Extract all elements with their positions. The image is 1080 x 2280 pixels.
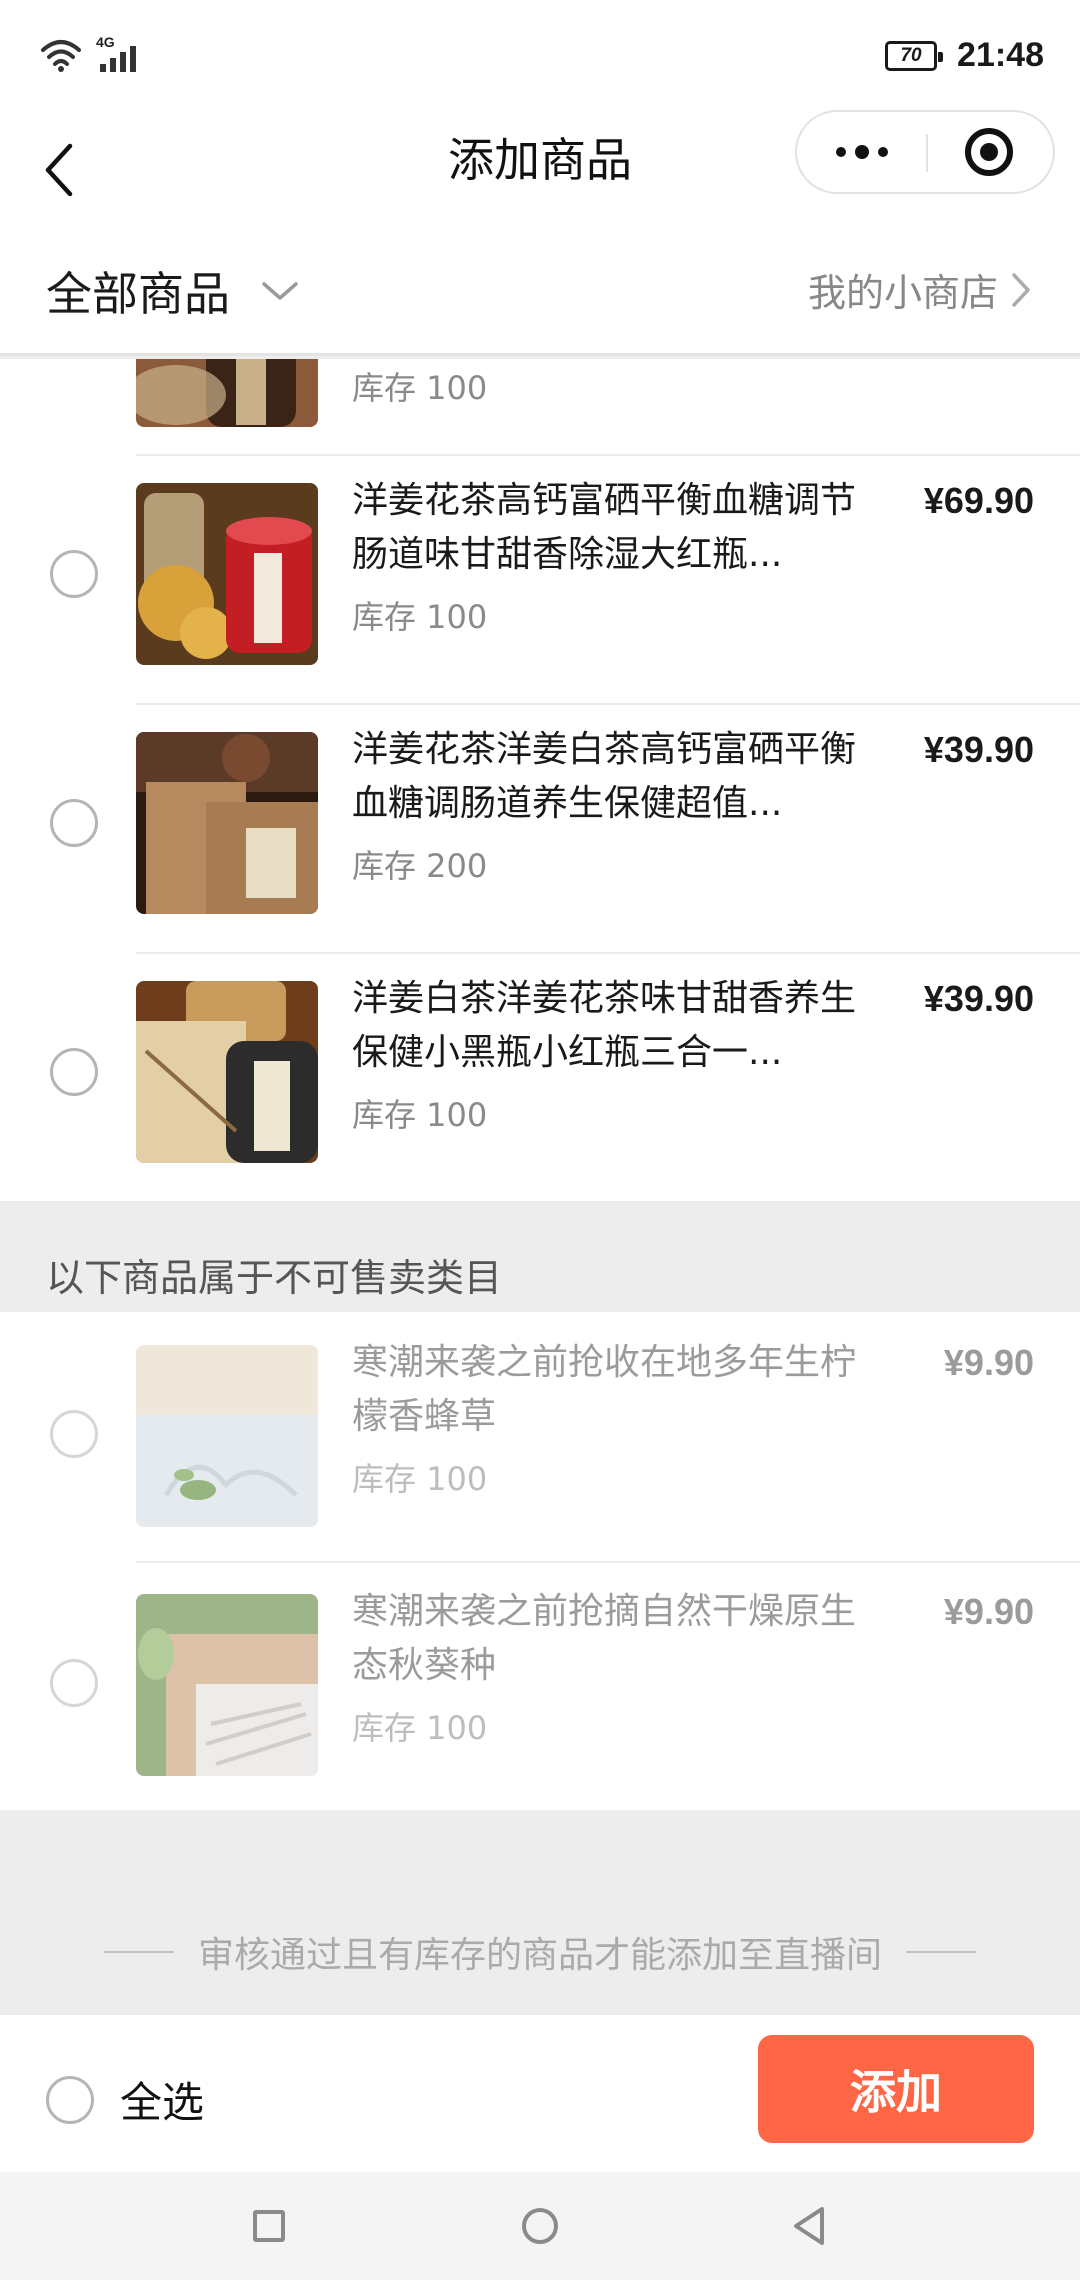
square-icon (253, 2210, 285, 2242)
product-row[interactable]: 洋姜花茶洋姜白茶高钙富硒平衡血糖调肠道养生保健超值... 库存 200 ¥39.… (0, 703, 1080, 952)
product-price: ¥39.90 (923, 729, 1034, 770)
more-dots-icon (835, 147, 846, 157)
notice-area: 审核通过且有库存的商品才能添加至直播间 (0, 1810, 1080, 2015)
wifi-icon (40, 38, 82, 72)
product-price: ¥39.90 (923, 978, 1034, 1019)
restricted-product-row: 寒潮来袭之前抢摘自然干燥原生态秋葵种 库存 100 ¥9.90 (0, 1561, 1080, 1810)
product-title: 洋姜花茶高钙富硒平衡血糖调节肠道味甘甜香除湿大红瓶... (352, 480, 857, 575)
notice: 审核通过且有库存的商品才能添加至直播间 (0, 1926, 1080, 1978)
restricted-product-list: 寒潮来袭之前抢收在地多年生柠檬香蜂草 库存 100 ¥9.90 寒潮来袭之前抢摘… (0, 1312, 1080, 1810)
row-divider (136, 1561, 1080, 1563)
status-bar: 4G 70 21:48 (0, 0, 1080, 110)
product-checkbox[interactable] (50, 550, 98, 598)
product-thumbnail (136, 981, 318, 1163)
product-checkbox[interactable] (50, 1048, 98, 1096)
category-label: 全部商品 (46, 267, 230, 321)
chevron-down-icon (262, 282, 298, 300)
product-thumbnail (136, 1594, 318, 1776)
filter-bar: 全部商品 我的小商店 (0, 230, 1080, 356)
notice-line-left (103, 1951, 174, 1953)
product-thumbnail (136, 359, 318, 427)
product-title: 寒潮来袭之前抢收在地多年生柠檬香蜂草 (352, 1342, 857, 1437)
product-price: ¥9.90 (943, 1591, 1034, 1632)
row-divider (136, 952, 1080, 954)
product-title: 洋姜白茶洋姜花茶味甘甜香养生保健小黑瓶小红瓶三合一... (352, 978, 857, 1073)
target-icon (964, 128, 1013, 176)
my-shop-label: 我的小商店 (807, 271, 998, 315)
product-stock: 库存 100 (352, 598, 488, 636)
chevron-right-icon (1012, 272, 1030, 307)
select-all-checkbox[interactable] (46, 2075, 94, 2124)
nav-bar: 添加商品 (0, 110, 1080, 230)
system-nav-bar (0, 2172, 1080, 2280)
battery-icon: 70 (885, 40, 944, 71)
more-button[interactable] (797, 112, 926, 192)
restricted-section-header: 以下商品属于不可售卖类目 (0, 1201, 1080, 1312)
status-right: 70 21:48 (885, 36, 1044, 75)
notice-line-right (906, 1951, 976, 1953)
row-divider (136, 703, 1080, 705)
product-row[interactable]: 库存 100 (0, 359, 1080, 429)
product-stock: 库存 100 (352, 1709, 488, 1747)
select-all-label: 全选 (120, 2078, 205, 2127)
recent-apps-button[interactable] (245, 2202, 293, 2250)
product-stock: 库存 100 (352, 1460, 488, 1498)
add-button[interactable]: 添加 (758, 2035, 1034, 2143)
product-thumbnail (136, 732, 318, 914)
product-title: 洋姜花茶洋姜白茶高钙富硒平衡血糖调肠道养生保健超值... (352, 729, 857, 824)
circle-icon (522, 2208, 558, 2244)
select-all-toggle[interactable]: 全选 (46, 2069, 204, 2130)
product-title: 寒潮来袭之前抢摘自然干燥原生态秋葵种 (352, 1591, 857, 1686)
product-checkbox-disabled (50, 1410, 98, 1458)
restricted-section-title: 以下商品属于不可售卖类目 (46, 1256, 503, 1300)
home-button[interactable] (516, 2202, 564, 2250)
close-capsule-button[interactable] (924, 112, 1053, 192)
product-thumbnail (136, 483, 318, 665)
product-row[interactable]: 洋姜白茶洋姜花茶味甘甜香养生保健小黑瓶小红瓶三合一... 库存 100 ¥39.… (0, 952, 1080, 1201)
battery-level: 70 (900, 44, 922, 66)
my-shop-link[interactable]: 我的小商店 (808, 262, 1032, 317)
triangle-back-icon (794, 2207, 824, 2245)
product-price: ¥69.90 (923, 480, 1034, 521)
product-checkbox-disabled (50, 1659, 98, 1707)
status-left: 4G (40, 34, 140, 72)
system-back-button[interactable] (786, 2202, 834, 2250)
mini-program-capsule (795, 110, 1055, 194)
product-list: 库存 100 洋姜花茶高钙富硒平衡血糖调节肠道味甘甜香除湿大红瓶... 库存 1… (0, 359, 1080, 1201)
notice-text: 审核通过且有库存的商品才能添加至直播间 (197, 1935, 882, 1976)
product-stock: 库存 100 (352, 1096, 488, 1134)
product-checkbox[interactable] (50, 799, 98, 847)
product-thumbnail (136, 1345, 318, 1527)
signal-icon: 4G (96, 34, 140, 72)
action-bar: 全选 添加 (0, 2015, 1080, 2172)
status-time: 21:48 (957, 36, 1044, 74)
product-price: ¥9.90 (943, 1342, 1034, 1383)
row-divider (136, 454, 1080, 456)
product-row[interactable]: 洋姜花茶高钙富硒平衡血糖调节肠道味甘甜香除湿大红瓶... 库存 100 ¥69.… (0, 454, 1080, 703)
product-stock: 库存 100 (352, 369, 488, 407)
restricted-product-row: 寒潮来袭之前抢收在地多年生柠檬香蜂草 库存 100 ¥9.90 (0, 1312, 1080, 1561)
product-stock: 库存 200 (352, 847, 488, 885)
category-dropdown[interactable]: 全部商品 (46, 258, 300, 324)
